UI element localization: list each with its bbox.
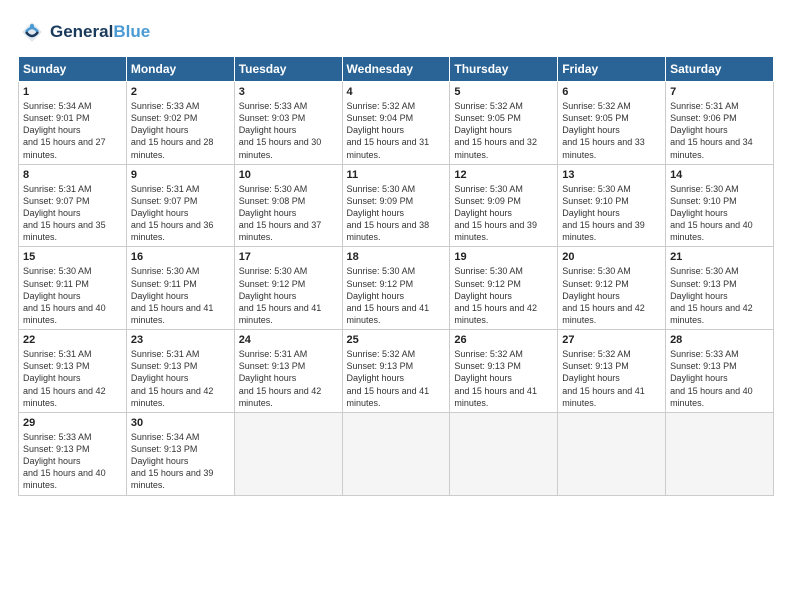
table-row: 11 Sunrise: 5:30 AMSunset: 9:09 PMDaylig…	[342, 164, 450, 247]
table-row: 23 Sunrise: 5:31 AMSunset: 9:13 PMDaylig…	[126, 330, 234, 413]
week-row: 15 Sunrise: 5:30 AMSunset: 9:11 PMDaylig…	[19, 247, 774, 330]
table-row: 8 Sunrise: 5:31 AMSunset: 9:07 PMDayligh…	[19, 164, 127, 247]
weekday-header-row: Sunday Monday Tuesday Wednesday Thursday…	[19, 57, 774, 82]
col-sunday: Sunday	[19, 57, 127, 82]
table-row: 24 Sunrise: 5:31 AMSunset: 9:13 PMDaylig…	[234, 330, 342, 413]
week-row: 22 Sunrise: 5:31 AMSunset: 9:13 PMDaylig…	[19, 330, 774, 413]
table-row: 18 Sunrise: 5:30 AMSunset: 9:12 PMDaylig…	[342, 247, 450, 330]
week-row: 29 Sunrise: 5:33 AMSunset: 9:13 PMDaylig…	[19, 412, 774, 495]
table-row: 9 Sunrise: 5:31 AMSunset: 9:07 PMDayligh…	[126, 164, 234, 247]
empty-cell	[450, 412, 558, 495]
week-row: 8 Sunrise: 5:31 AMSunset: 9:07 PMDayligh…	[19, 164, 774, 247]
table-row: 14 Sunrise: 5:30 AMSunset: 9:10 PMDaylig…	[666, 164, 774, 247]
table-row: 2 Sunrise: 5:33 AMSunset: 9:02 PMDayligh…	[126, 82, 234, 165]
logo-icon	[18, 18, 46, 46]
logo: GeneralBlue	[18, 18, 150, 46]
table-row: 1 Sunrise: 5:34 AMSunset: 9:01 PMDayligh…	[19, 82, 127, 165]
col-thursday: Thursday	[450, 57, 558, 82]
table-row: 5 Sunrise: 5:32 AMSunset: 9:05 PMDayligh…	[450, 82, 558, 165]
table-row: 15 Sunrise: 5:30 AMSunset: 9:11 PMDaylig…	[19, 247, 127, 330]
col-tuesday: Tuesday	[234, 57, 342, 82]
table-row: 4 Sunrise: 5:32 AMSunset: 9:04 PMDayligh…	[342, 82, 450, 165]
table-row: 22 Sunrise: 5:31 AMSunset: 9:13 PMDaylig…	[19, 330, 127, 413]
header: GeneralBlue	[18, 18, 774, 46]
empty-cell	[342, 412, 450, 495]
col-saturday: Saturday	[666, 57, 774, 82]
calendar-page: GeneralBlue Sunday Monday Tuesday Wednes…	[0, 0, 792, 612]
table-row: 6 Sunrise: 5:32 AMSunset: 9:05 PMDayligh…	[558, 82, 666, 165]
calendar-table: Sunday Monday Tuesday Wednesday Thursday…	[18, 56, 774, 496]
logo-text: GeneralBlue	[50, 22, 150, 42]
table-row: 29 Sunrise: 5:33 AMSunset: 9:13 PMDaylig…	[19, 412, 127, 495]
empty-cell	[234, 412, 342, 495]
table-row: 27 Sunrise: 5:32 AMSunset: 9:13 PMDaylig…	[558, 330, 666, 413]
col-monday: Monday	[126, 57, 234, 82]
table-row: 16 Sunrise: 5:30 AMSunset: 9:11 PMDaylig…	[126, 247, 234, 330]
table-row: 25 Sunrise: 5:32 AMSunset: 9:13 PMDaylig…	[342, 330, 450, 413]
table-row: 19 Sunrise: 5:30 AMSunset: 9:12 PMDaylig…	[450, 247, 558, 330]
table-row: 17 Sunrise: 5:30 AMSunset: 9:12 PMDaylig…	[234, 247, 342, 330]
table-row: 10 Sunrise: 5:30 AMSunset: 9:08 PMDaylig…	[234, 164, 342, 247]
table-row: 21 Sunrise: 5:30 AMSunset: 9:13 PMDaylig…	[666, 247, 774, 330]
week-row: 1 Sunrise: 5:34 AMSunset: 9:01 PMDayligh…	[19, 82, 774, 165]
table-row: 26 Sunrise: 5:32 AMSunset: 9:13 PMDaylig…	[450, 330, 558, 413]
col-friday: Friday	[558, 57, 666, 82]
table-row: 13 Sunrise: 5:30 AMSunset: 9:10 PMDaylig…	[558, 164, 666, 247]
table-row: 7 Sunrise: 5:31 AMSunset: 9:06 PMDayligh…	[666, 82, 774, 165]
col-wednesday: Wednesday	[342, 57, 450, 82]
table-row: 3 Sunrise: 5:33 AMSunset: 9:03 PMDayligh…	[234, 82, 342, 165]
table-row: 12 Sunrise: 5:30 AMSunset: 9:09 PMDaylig…	[450, 164, 558, 247]
table-row: 30 Sunrise: 5:34 AMSunset: 9:13 PMDaylig…	[126, 412, 234, 495]
empty-cell	[666, 412, 774, 495]
empty-cell	[558, 412, 666, 495]
table-row: 28 Sunrise: 5:33 AMSunset: 9:13 PMDaylig…	[666, 330, 774, 413]
table-row: 20 Sunrise: 5:30 AMSunset: 9:12 PMDaylig…	[558, 247, 666, 330]
